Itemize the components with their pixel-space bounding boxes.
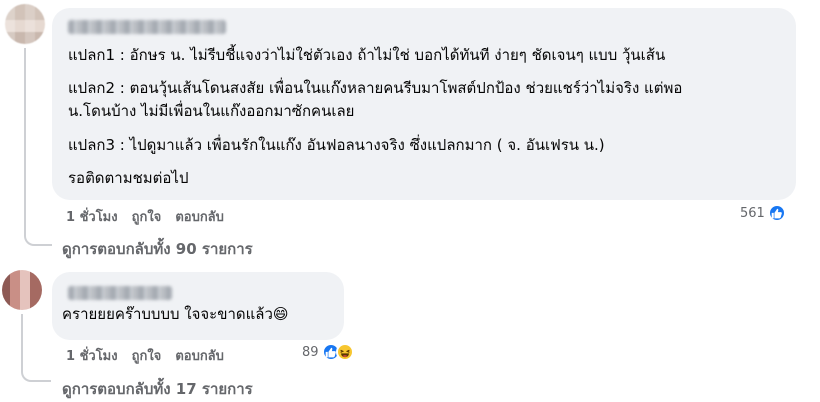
comment-text-line: รอติดตามชมต่อไป bbox=[68, 169, 189, 187]
thread-line bbox=[24, 48, 26, 234]
reply-button[interactable]: ตอบกลับ bbox=[175, 345, 224, 366]
comment-text-line: น.โดนบ้าง ไม่มีเพื่อนในแก๊งออกมาซักคนเลย bbox=[68, 102, 355, 120]
reaction-summary[interactable]: 561 bbox=[740, 204, 786, 222]
comment-actions: 1 ชั่วโมง ถูกใจ ตอบกลับ bbox=[66, 345, 224, 366]
thread-connector bbox=[21, 368, 51, 382]
comment-bubble: ครายยยคร๊าบบบบ ใจจะขาดแล้ว😄 bbox=[52, 272, 344, 340]
commenter-avatar[interactable] bbox=[5, 4, 45, 44]
thread-line bbox=[21, 314, 23, 370]
comments-section: แปลก1 : อักษร น. ไม่รีบชี้แจงว่าไม่ใช่ตั… bbox=[0, 0, 820, 402]
reply-button[interactable]: ตอบกลับ bbox=[175, 206, 224, 227]
view-replies-link[interactable]: ดูการตอบกลับทั้ง 17 รายการ bbox=[62, 377, 253, 401]
comment-text-line: แปลก1 : อักษร น. ไม่รีบชี้แจงว่าไม่ใช่ตั… bbox=[68, 46, 666, 64]
commenter-avatar[interactable] bbox=[2, 270, 42, 310]
thread-connector bbox=[24, 232, 52, 246]
like-button[interactable]: ถูกใจ bbox=[132, 345, 162, 366]
comment-time[interactable]: 1 ชั่วโมง bbox=[66, 206, 118, 227]
comment-text-line: แปลก2 : ตอนวุ้นเส้นโดนสงสัย เพื่อนในแก๊ง… bbox=[68, 79, 683, 97]
comment-text-line: ครายยยคร๊าบบบบ ใจจะขาดแล้ว😄 bbox=[62, 305, 289, 323]
comment-time[interactable]: 1 ชั่วโมง bbox=[66, 345, 118, 366]
comment-actions: 1 ชั่วโมง ถูกใจ ตอบกลับ bbox=[66, 206, 224, 227]
like-button[interactable]: ถูกใจ bbox=[132, 206, 162, 227]
view-replies-link[interactable]: ดูการตอบกลับทั้ง 90 รายการ bbox=[62, 237, 253, 261]
like-icon bbox=[767, 204, 786, 222]
comment-bubble: แปลก1 : อักษร น. ไม่รีบชี้แจงว่าไม่ใช่ตั… bbox=[52, 8, 796, 200]
reaction-summary[interactable]: 89 bbox=[302, 343, 354, 361]
author-name-blurred[interactable] bbox=[68, 20, 226, 34]
reaction-count: 561 bbox=[740, 205, 765, 221]
author-name-blurred[interactable] bbox=[68, 286, 172, 300]
comment-text-line: แปลก3 : ไปดูมาแล้ว เพื่อนรักในแก๊ง อันฟอ… bbox=[68, 136, 605, 154]
haha-icon bbox=[335, 343, 354, 361]
reaction-count: 89 bbox=[302, 344, 319, 360]
